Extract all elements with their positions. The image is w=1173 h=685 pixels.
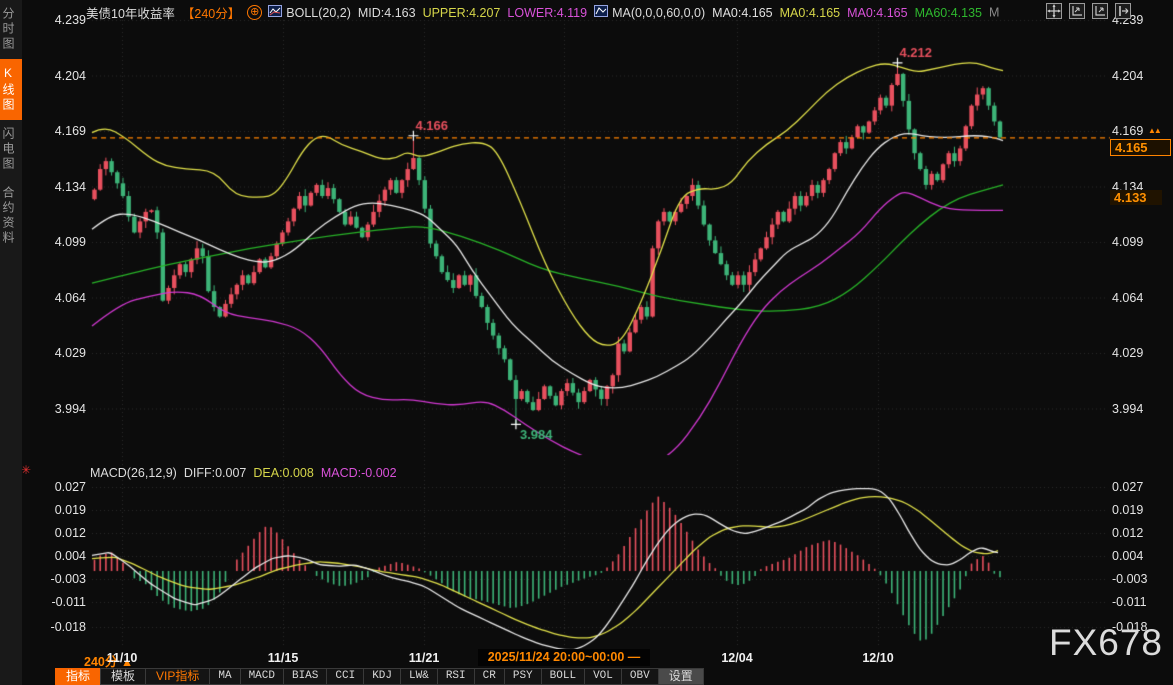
boll-label: BOLL(20,2) <box>286 6 351 20</box>
ma-value: MA0:4.165 <box>712 6 772 20</box>
toolbar-button-RSI[interactable]: RSI <box>437 668 475 685</box>
toolbar-button-MACD[interactable]: MACD <box>240 668 284 685</box>
macd-diff-value: DIFF:0.007 <box>184 466 247 480</box>
chart-tool-icons <box>1039 3 1131 21</box>
time-tick: 12/04 <box>702 651 772 665</box>
time-tick-highlighted: 2025/11/24 20:00~00:00 — <box>478 649 650 666</box>
toolbar-button-MA[interactable]: MA <box>209 668 240 685</box>
watermark: FX678 <box>1049 622 1163 664</box>
ma-label: MA(0,0,0,60,0,0) <box>612 6 705 20</box>
boll-mid-value: MID:4.163 <box>358 6 416 20</box>
boll-indicator-icon <box>268 5 282 20</box>
time-tick: 12/10 <box>843 651 913 665</box>
toolbar-button-BOLL[interactable]: BOLL <box>541 668 585 685</box>
toolbar-button-LW&[interactable]: LW& <box>400 668 438 685</box>
toolbar-button-设置[interactable]: 设置 <box>658 668 704 685</box>
toolbar-button-指标[interactable]: 指标 <box>55 668 101 685</box>
move-chart-icon[interactable] <box>1046 3 1062 19</box>
ma-value: MA0:4.165 <box>780 6 840 20</box>
sidebar-tab-1[interactable]: K线图 <box>0 59 22 120</box>
sidebar-tab-2[interactable]: 闪电图 <box>0 120 22 179</box>
sidebar-tab-0[interactable]: 分时图 <box>0 0 22 59</box>
ma-value: MA0:4.165 <box>847 6 907 20</box>
toolbar-button-PSY[interactable]: PSY <box>504 668 542 685</box>
macd-dea-value: DEA:0.008 <box>253 466 313 480</box>
sidebar: 分时图K线图闪电图合约资料 <box>0 0 22 685</box>
toolbar-button-VIP指标[interactable]: VIP指标 <box>145 668 210 685</box>
axis-zoom-horizontal-icon[interactable] <box>1092 3 1108 19</box>
sidebar-tab-3[interactable]: 合约资料 <box>0 179 22 253</box>
chart-header: 美债10年收益率【240分】 ⊕ BOLL(20,2) MID:4.163 UPPER:… <box>86 3 999 19</box>
macd-header: MACD(26,12,9) DIFF:0.007 DEA:0.008 MACD:-0.… <box>90 466 397 480</box>
chart-app: 分时图K线图闪电图合约资料 美债10年收益率【240分】 ⊕ BOLL(20,2) M… <box>0 0 1173 685</box>
time-tick: 11/15 <box>248 651 318 665</box>
ma-indicator-icon <box>594 5 608 20</box>
macd-label: MACD(26,12,9) <box>90 466 177 480</box>
chart-canvas[interactable] <box>0 0 1173 685</box>
instrument-title: 美债10年收益率 <box>86 7 175 21</box>
toolbar-button-模板[interactable]: 模板 <box>100 668 146 685</box>
indicator-toolbar: 指标模板VIP指标MAMACDBIASCCIKDJLW&RSICRPSYBOLL… <box>56 668 704 685</box>
toolbar-button-CR[interactable]: CR <box>474 668 505 685</box>
toolbar-button-VOL[interactable]: VOL <box>584 668 622 685</box>
macd-macd-value: MACD:-0.002 <box>321 466 397 480</box>
time-tick: 11/21 <box>389 651 459 665</box>
period-label[interactable]: 【240分】 <box>182 7 240 21</box>
header-suffix: M <box>989 6 999 20</box>
zoom-out-circle-icon[interactable]: ⊕ <box>247 5 262 20</box>
ma-value: MA60:4.135 <box>915 6 982 20</box>
axis-zoom-vertical-icon[interactable] <box>1069 3 1085 19</box>
ma-values: MA0:4.165 MA0:4.165 MA0:4.165 MA60:4.135 <box>712 5 989 19</box>
time-tick: 11/10 <box>87 651 157 665</box>
toolbar-button-CCI[interactable]: CCI <box>326 668 364 685</box>
toolbar-button-OBV[interactable]: OBV <box>621 668 659 685</box>
toolbar-button-BIAS[interactable]: BIAS <box>283 668 327 685</box>
last-price-arrow-icon: ▲▲ <box>1148 126 1160 135</box>
last-price-tag: 4.165 <box>1110 139 1171 156</box>
indicator-settings-icon[interactable]: ✳ <box>21 463 31 477</box>
boll-upper-value: UPPER:4.207 <box>423 6 501 20</box>
shift-view-icon[interactable] <box>1115 3 1131 19</box>
secondary-price-tag: 4.133 <box>1110 190 1162 205</box>
boll-lower-value: LOWER:4.119 <box>507 6 587 20</box>
toolbar-button-KDJ[interactable]: KDJ <box>363 668 401 685</box>
